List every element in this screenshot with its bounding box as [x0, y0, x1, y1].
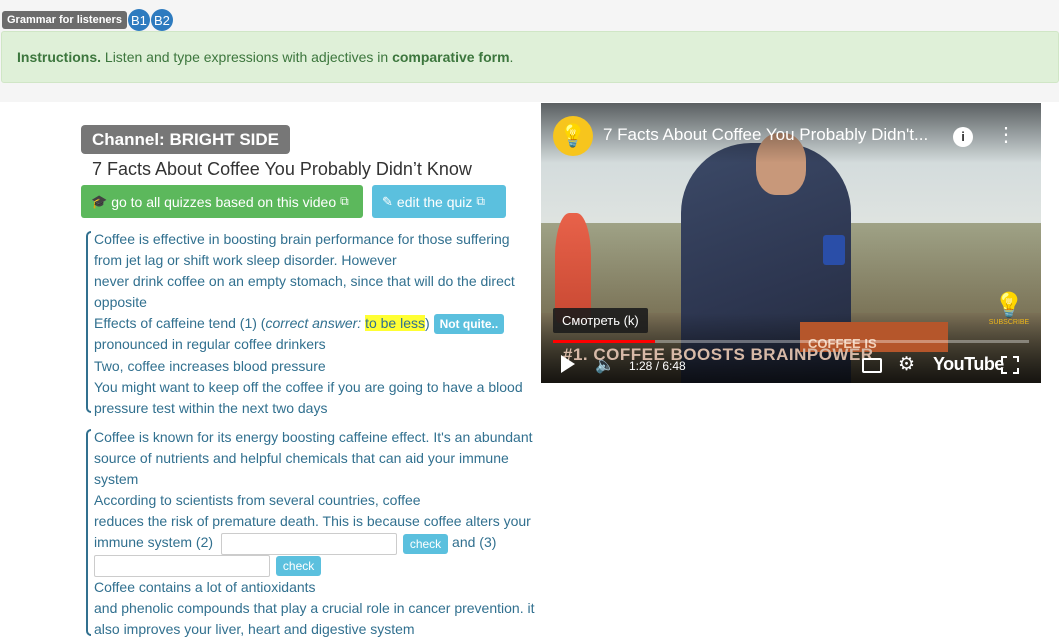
check-button-3[interactable]: check: [275, 556, 322, 577]
block-bracket: [86, 429, 91, 636]
subtitles-icon[interactable]: [862, 358, 882, 373]
transcript-line: and phenolic compounds that play a cruci…: [94, 600, 535, 617]
lightbulb-icon[interactable]: 💡: [553, 116, 593, 156]
edit-quiz-button[interactable]: ✎ edit the quiz ⧉: [372, 185, 506, 218]
instructions-text: Listen and type expressions with adjecti…: [101, 49, 393, 65]
block-bracket: [86, 231, 91, 413]
category-label: Grammar for listeners: [2, 11, 127, 29]
subscribe-watermark[interactable]: 💡 SUBSCRIBE: [986, 292, 1032, 327]
transcript-line: never drink coffee on an empty stomach, …: [94, 273, 515, 290]
instructions-prefix: Instructions.: [17, 49, 102, 65]
edit-icon: ✎: [382, 193, 393, 209]
more-options-icon[interactable]: ⋮: [996, 125, 1016, 145]
transcript-line: also improves your liver, heart and dige…: [94, 621, 415, 638]
instructions-emphasis: comparative form: [392, 49, 510, 65]
transcript-line-question-3: check: [94, 555, 542, 578]
correct-answer: to be less: [365, 315, 425, 332]
channel-label: Channel: BRIGHT SIDE: [81, 125, 291, 154]
transcript-line: According to scientists from several cou…: [94, 492, 421, 509]
video-frame-umbrella: [555, 213, 591, 323]
all-quizzes-button[interactable]: 🎓 go to all quizzes based on this video …: [81, 185, 363, 218]
volume-icon[interactable]: 🔈: [595, 355, 615, 375]
lightbulb-icon: 💡: [994, 292, 1024, 319]
transcript-line: Coffee is known for its energy boosting …: [94, 429, 533, 445]
transcript-line: source of nutrients and helpful chemical…: [94, 450, 509, 467]
transcript-line-question-1: Effects of caffeine tend (1) (correct an…: [94, 313, 542, 335]
answer-input-3[interactable]: [94, 555, 270, 578]
fullscreen-icon[interactable]: [1001, 356, 1019, 374]
play-icon[interactable]: [561, 355, 575, 373]
instructions-alert: Instructions. Listen and type expression…: [1, 31, 1059, 83]
time-display: 1:28 / 6:48: [629, 359, 686, 373]
progress-bar[interactable]: [553, 340, 1029, 343]
answer-input-2[interactable]: [220, 532, 397, 555]
transcript-line: pronounced in regular coffee drinkers: [94, 336, 326, 353]
player-title[interactable]: 7 Facts About Coffee You Probably Didn't…: [603, 125, 963, 145]
video-title: 7 Facts About Coffee You Probably Didn’t…: [92, 159, 472, 179]
transcript-line: pressure test within the next two days: [94, 399, 328, 416]
feedback-badge: Not quite..: [433, 314, 505, 335]
video-player[interactable]: 💡 7 Facts About Coffee You Probably Didn…: [541, 103, 1041, 383]
transcript-line: from jet lag or shift work sleep disorde…: [94, 252, 397, 269]
gear-icon[interactable]: ⚙: [898, 353, 915, 376]
transcript-line-question-2: immune system (2) check and (3): [94, 532, 542, 555]
transcript-line: opposite: [94, 294, 147, 311]
transcript-line: reduces the risk of premature death. Thi…: [94, 513, 531, 530]
transcript-block-2: Coffee is known for its energy boosting …: [86, 427, 542, 638]
check-button-2[interactable]: check: [402, 533, 449, 554]
graduation-cap-icon: 🎓: [91, 193, 108, 209]
info-icon[interactable]: i: [953, 127, 973, 147]
level-b2-badge[interactable]: B2: [150, 9, 173, 31]
transcript-block-1: Coffee is effective in boosting brain pe…: [86, 229, 542, 416]
transcript-line: system: [94, 471, 139, 488]
external-link-icon: ⧉: [476, 194, 485, 208]
transcript-line: You might want to keep off the coffee if…: [94, 378, 523, 395]
external-link-icon: ⧉: [340, 194, 349, 208]
progress-bar-fill: [553, 340, 656, 343]
level-b1-badge[interactable]: B1: [127, 9, 150, 31]
youtube-logo[interactable]: YouTube: [933, 354, 1004, 375]
transcript-line: Two, coffee increases blood pressure: [94, 357, 326, 374]
video-frame-mug: [823, 235, 845, 265]
level-bar: Grammar for listeners B1 B2: [2, 9, 173, 31]
transcript-line: Coffee is effective in boosting brain pe…: [94, 231, 510, 247]
correct-answer-label: correct answer:: [265, 315, 362, 332]
watch-tooltip: Смотреть (k): [553, 308, 648, 333]
transcript-line: Coffee contains a lot of antioxidants: [94, 579, 316, 596]
